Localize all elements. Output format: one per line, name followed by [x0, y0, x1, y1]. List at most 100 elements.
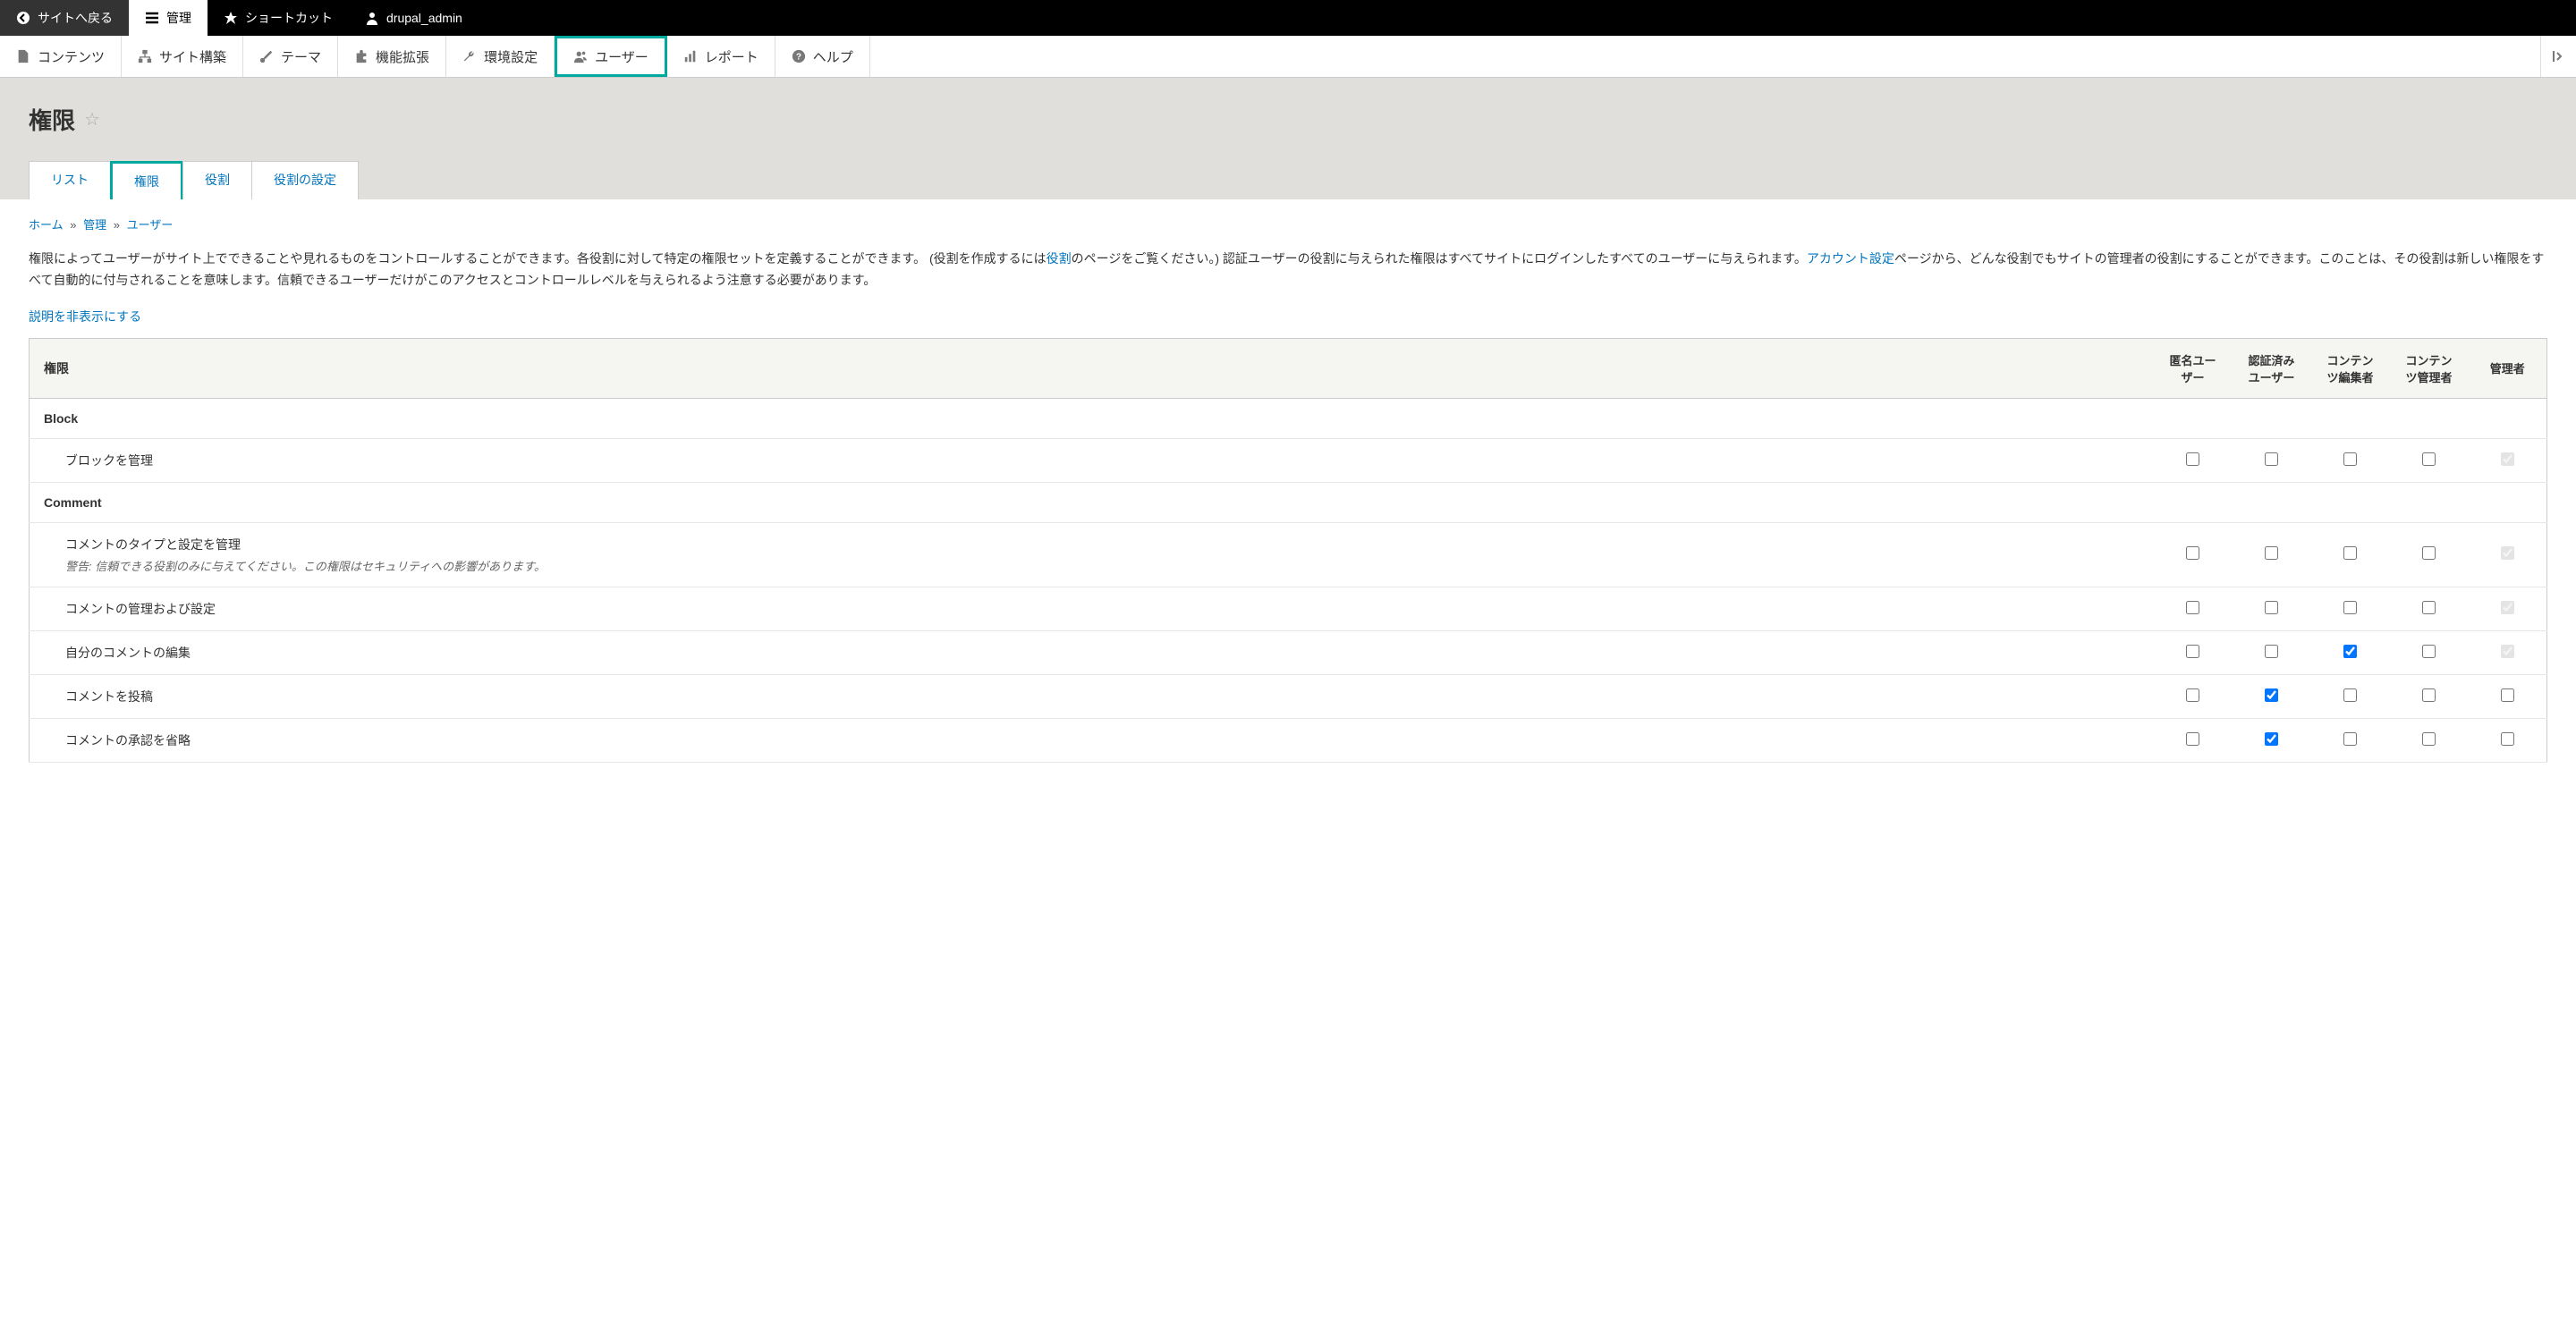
- page-title-row: 権限 ☆: [29, 103, 2547, 136]
- permission-row: コメントのタイプと設定を管理警告: 信頼できる役割のみに与えてください。この権限…: [30, 522, 2547, 587]
- breadcrumb-admin[interactable]: 管理: [83, 218, 106, 232]
- permission-checkbox[interactable]: [2186, 732, 2199, 746]
- toolbar-manage[interactable]: 管理: [129, 0, 208, 36]
- th-authenticated: 認証済みユーザー: [2233, 338, 2311, 398]
- permission-row: コメントの承認を省略: [30, 718, 2547, 762]
- permission-checkbox[interactable]: [2422, 546, 2436, 560]
- check-cell: [2390, 587, 2469, 630]
- module-name: Block: [30, 398, 2547, 438]
- check-cell: [2311, 630, 2390, 674]
- roles-link[interactable]: 役割: [1046, 251, 1072, 266]
- permission-checkbox[interactable]: [2265, 688, 2278, 702]
- favorite-star-icon[interactable]: ☆: [84, 108, 100, 131]
- permission-checkbox[interactable]: [2186, 601, 2199, 614]
- permission-checkbox[interactable]: [2343, 645, 2357, 658]
- permission-checkbox[interactable]: [2186, 645, 2199, 658]
- toolbar-user-label: drupal_admin: [386, 11, 462, 25]
- check-cell: [2311, 438, 2390, 482]
- tabs: リスト 権限 役割 役割の設定: [29, 161, 2547, 199]
- permission-checkbox[interactable]: [2501, 732, 2514, 746]
- svg-text:?: ?: [796, 53, 801, 63]
- menu-people-label: ユーザー: [595, 47, 648, 66]
- permission-name: コメントの管理および設定: [30, 587, 2154, 630]
- permission-checkbox[interactable]: [2422, 732, 2436, 746]
- permissions-table: 権限 匿名ユーザー 認証済みユーザー コンテンツ編集者 コンテンツ管理者 管理者…: [29, 338, 2547, 763]
- permission-checkbox[interactable]: [2343, 688, 2357, 702]
- menu-collapse[interactable]: [2540, 36, 2576, 77]
- permission-checkbox[interactable]: [2343, 601, 2357, 614]
- menu-help[interactable]: ? ヘルプ: [775, 36, 870, 77]
- menu-reports[interactable]: レポート: [667, 36, 775, 77]
- permission-checkbox[interactable]: [2265, 452, 2278, 466]
- th-content-editor: コンテンツ編集者: [2311, 338, 2390, 398]
- menu-structure[interactable]: サイト構築: [122, 36, 243, 77]
- check-cell: [2469, 674, 2547, 718]
- permission-row: 自分のコメントの編集: [30, 630, 2547, 674]
- check-cell: [2233, 522, 2311, 587]
- menu-extend[interactable]: 機能拡張: [338, 36, 446, 77]
- permission-row: ブロックを管理: [30, 438, 2547, 482]
- menu-reports-label: レポート: [705, 47, 758, 66]
- check-cell: [2311, 522, 2390, 587]
- check-cell: [2311, 718, 2390, 762]
- permission-checkbox[interactable]: [2422, 688, 2436, 702]
- check-cell: [2469, 718, 2547, 762]
- toolbar-back[interactable]: サイトへ戻る: [0, 0, 129, 36]
- menu-help-label: ヘルプ: [813, 47, 853, 66]
- collapse-icon: [2552, 49, 2566, 63]
- permission-name: コメントの承認を省略: [30, 718, 2154, 762]
- menu-people[interactable]: ユーザー: [555, 36, 667, 77]
- tab-list[interactable]: リスト: [29, 161, 111, 199]
- menu-appearance-label: テーマ: [281, 47, 321, 66]
- permission-checkbox[interactable]: [2343, 732, 2357, 746]
- th-anonymous: 匿名ユーザー: [2154, 338, 2233, 398]
- permission-checkbox[interactable]: [2422, 601, 2436, 614]
- permission-checkbox[interactable]: [2501, 688, 2514, 702]
- breadcrumb-people[interactable]: ユーザー: [127, 218, 174, 232]
- breadcrumb-home[interactable]: ホーム: [29, 218, 64, 232]
- permission-checkbox[interactable]: [2265, 601, 2278, 614]
- check-cell: [2469, 630, 2547, 674]
- permission-label: コメントの管理および設定: [65, 600, 2143, 618]
- permission-checkbox[interactable]: [2186, 688, 2199, 702]
- permission-checkbox[interactable]: [2186, 452, 2199, 466]
- permission-checkbox[interactable]: [2343, 546, 2357, 560]
- th-administrator: 管理者: [2469, 338, 2547, 398]
- account-settings-link[interactable]: アカウント設定: [1807, 251, 1894, 266]
- menu-extend-label: 機能拡張: [376, 47, 429, 66]
- check-cell: [2154, 587, 2233, 630]
- toggle-description-link[interactable]: 説明を非表示にする: [29, 308, 141, 325]
- document-icon: [16, 49, 30, 63]
- permission-checkbox[interactable]: [2422, 452, 2436, 466]
- toolbar-shortcuts[interactable]: ショートカット: [208, 0, 349, 36]
- menu-appearance[interactable]: テーマ: [243, 36, 338, 77]
- check-cell: [2154, 630, 2233, 674]
- star-icon: [224, 11, 238, 25]
- check-cell: [2469, 587, 2547, 630]
- menu-content[interactable]: コンテンツ: [0, 36, 122, 77]
- th-permission: 権限: [30, 338, 2154, 398]
- permission-checkbox[interactable]: [2343, 452, 2357, 466]
- check-cell: [2233, 587, 2311, 630]
- tab-roles[interactable]: 役割: [182, 161, 252, 199]
- check-cell: [2154, 674, 2233, 718]
- check-cell: [2390, 718, 2469, 762]
- menu-bar: コンテンツ サイト構築 テーマ 機能拡張 環境設定 ユーザー レポート: [0, 36, 2576, 78]
- check-cell: [2154, 522, 2233, 587]
- module-row: Comment: [30, 482, 2547, 522]
- tab-permissions[interactable]: 権限: [110, 161, 183, 199]
- permission-checkbox[interactable]: [2265, 546, 2278, 560]
- menu-config-label: 環境設定: [484, 47, 538, 66]
- permission-checkbox[interactable]: [2265, 732, 2278, 746]
- tab-role-settings[interactable]: 役割の設定: [251, 161, 359, 199]
- wrench-icon: [462, 49, 477, 63]
- menu-config[interactable]: 環境設定: [446, 36, 555, 77]
- permission-checkbox: [2501, 546, 2514, 560]
- toolbar-user[interactable]: drupal_admin: [349, 0, 479, 36]
- permission-checkbox[interactable]: [2265, 645, 2278, 658]
- permission-checkbox[interactable]: [2186, 546, 2199, 560]
- permission-checkbox[interactable]: [2422, 645, 2436, 658]
- check-cell: [2390, 630, 2469, 674]
- people-icon: [573, 49, 588, 63]
- permission-label: コメントの承認を省略: [65, 731, 2143, 749]
